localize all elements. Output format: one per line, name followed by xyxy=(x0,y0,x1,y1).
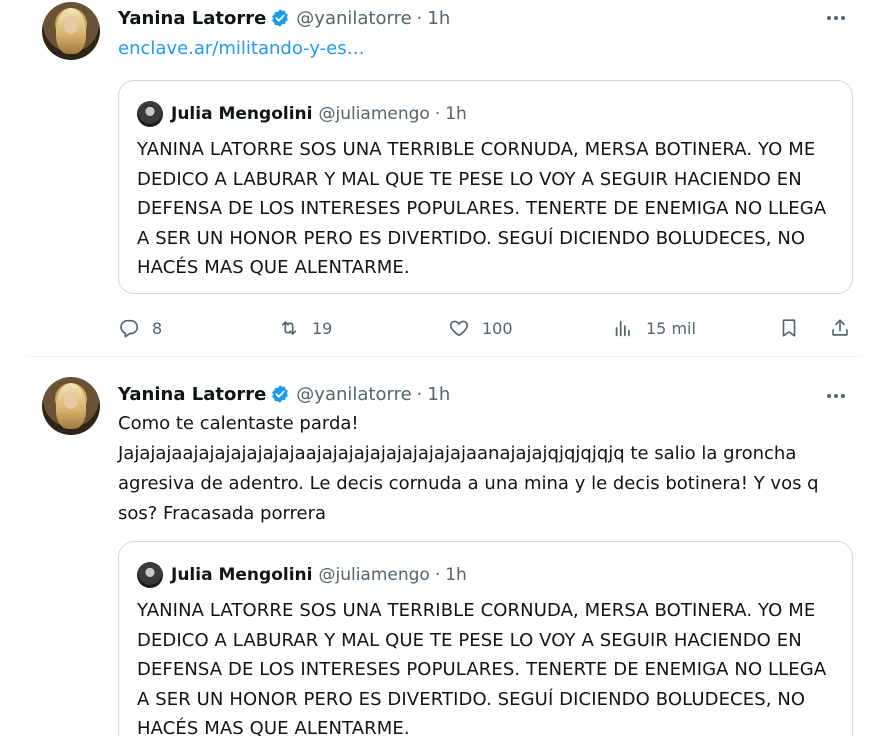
author-handle[interactable]: @yanilatorre xyxy=(296,8,411,29)
like-count: 100 xyxy=(482,318,513,338)
separator-dot: · xyxy=(434,565,441,585)
tweet-text: Como te calentaste parda! Jajajajaajajaj… xyxy=(118,413,819,524)
author-name[interactable]: Yanina Latorre xyxy=(118,8,266,29)
reply-button[interactable]: 8 xyxy=(118,314,162,342)
retweet-icon xyxy=(281,321,297,335)
author-handle[interactable]: @yanilatorre xyxy=(296,384,411,405)
quoted-author-handle: @juliamengo xyxy=(318,565,430,585)
quoted-author-handle: @juliamengo xyxy=(318,104,430,124)
retweet-count: 19 xyxy=(312,318,333,338)
tweet[interactable]: Yanina Latorre @yanilatorre · 1h enclave… xyxy=(26,0,862,357)
reply-count: 8 xyxy=(152,318,163,338)
tweet-link[interactable]: enclave.ar/militando-y-es… xyxy=(118,38,365,59)
tweet[interactable]: Yanina Latorre @yanilatorre · 1h Como te… xyxy=(26,358,862,736)
quoted-avatar xyxy=(137,101,163,127)
tweet-actions: 8 19 100 15 mil xyxy=(118,314,858,342)
quoted-author-name: Julia Mengolini xyxy=(171,565,313,585)
views-count: 15 mil xyxy=(646,318,696,338)
verified-badge-icon xyxy=(272,9,289,27)
like-button[interactable]: 100 xyxy=(448,314,513,342)
avatar[interactable] xyxy=(42,2,100,60)
separator-dot: · xyxy=(416,7,423,29)
quoted-timestamp: 1h xyxy=(445,104,467,124)
reply-icon xyxy=(120,319,139,338)
retweet-button[interactable]: 19 xyxy=(278,314,332,342)
timeline-feed: Yanina Latorre @yanilatorre · 1h enclave… xyxy=(26,0,862,736)
quoted-avatar xyxy=(137,562,163,588)
more-icon[interactable] xyxy=(822,8,850,28)
more-icon[interactable] xyxy=(822,386,850,406)
share-button[interactable] xyxy=(829,314,851,342)
quoted-tweet-header: Julia Mengolini @juliamengo · 1h xyxy=(137,562,467,588)
quoted-tweet-text: YANINA LATORRE SOS UNA TERRIBLE CORNUDA,… xyxy=(137,600,827,736)
tweet-header: Yanina Latorre @yanilatorre · 1h xyxy=(118,382,450,406)
separator-dot: · xyxy=(434,104,441,124)
quoted-tweet[interactable]: Julia Mengolini @juliamengo · 1h YANINA … xyxy=(118,80,853,294)
bookmark-icon xyxy=(782,319,796,337)
quoted-tweet-text: YANINA LATORRE SOS UNA TERRIBLE CORNUDA,… xyxy=(137,139,827,278)
separator-dot: · xyxy=(416,383,423,405)
like-icon xyxy=(449,320,469,337)
quoted-timestamp: 1h xyxy=(445,565,467,585)
tweet-timestamp[interactable]: 1h xyxy=(427,384,450,405)
views-icon xyxy=(615,320,630,337)
views-button[interactable]: 15 mil xyxy=(612,314,696,342)
share-icon xyxy=(832,319,848,336)
quoted-tweet-header: Julia Mengolini @juliamengo · 1h xyxy=(137,101,467,127)
quoted-author-name: Julia Mengolini xyxy=(171,104,313,124)
tweet-header: Yanina Latorre @yanilatorre · 1h xyxy=(118,6,450,30)
verified-badge-icon xyxy=(272,385,289,403)
author-name[interactable]: Yanina Latorre xyxy=(118,384,266,405)
quoted-tweet[interactable]: Julia Mengolini @juliamengo · 1h YANINA … xyxy=(118,541,853,736)
bookmark-button[interactable] xyxy=(778,314,800,342)
tweet-timestamp[interactable]: 1h xyxy=(427,8,450,29)
avatar[interactable] xyxy=(42,377,100,435)
